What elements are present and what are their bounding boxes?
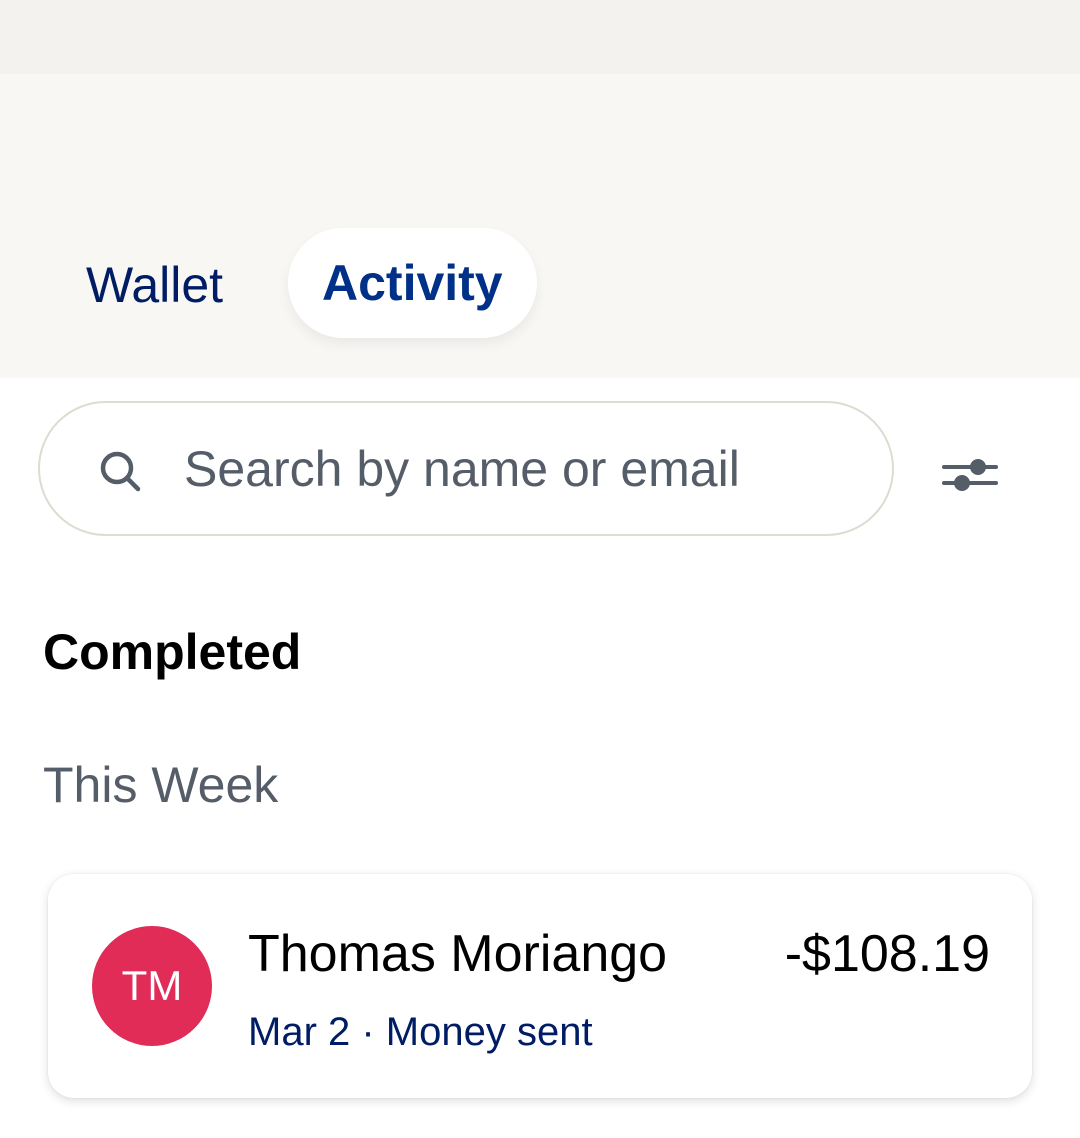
sliders-icon xyxy=(942,459,998,491)
search-input[interactable] xyxy=(184,433,864,505)
tab-activity[interactable]: Activity xyxy=(288,228,537,338)
transaction-amount: -$108.19 xyxy=(784,925,990,983)
section-title-completed: Completed xyxy=(43,624,302,680)
transaction-card[interactable]: TM Thomas Moriango Mar 2 · Money sent -$… xyxy=(48,874,1032,1098)
status-bar xyxy=(0,0,1080,74)
filter-button[interactable] xyxy=(930,440,1010,510)
group-title-this-week: This Week xyxy=(43,757,279,813)
search-icon xyxy=(100,451,141,492)
transaction-subtitle: Mar 2 · Money sent xyxy=(248,1010,593,1054)
avatar: TM xyxy=(92,926,212,1046)
tab-wallet[interactable]: Wallet xyxy=(60,230,249,340)
search-bar[interactable] xyxy=(38,401,894,536)
transaction-name: Thomas Moriango xyxy=(248,925,668,983)
